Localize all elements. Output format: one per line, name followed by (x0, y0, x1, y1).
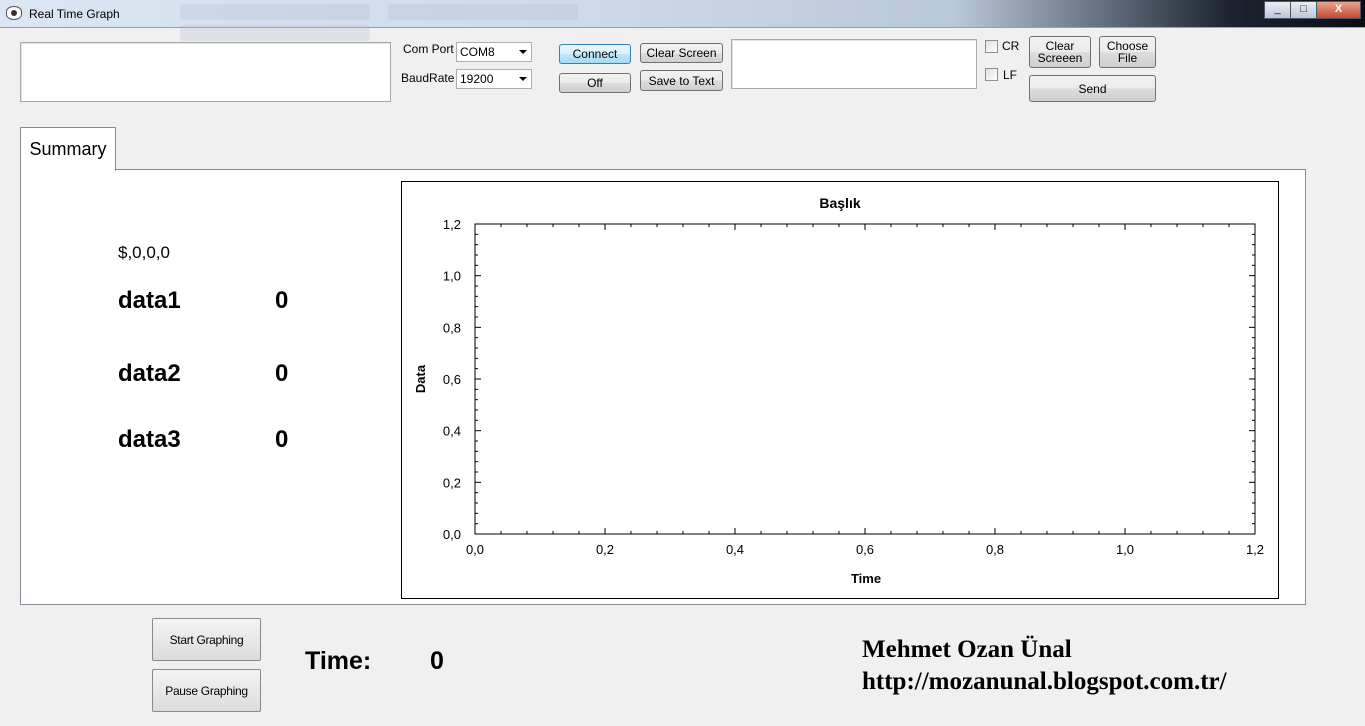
raw-data-text: $,0,0,0 (118, 243, 170, 262)
data1-value: 0 (275, 287, 289, 314)
com-port-label: Com Port (403, 42, 454, 56)
title-bar: Real Time Graph _ □ X (0, 0, 1365, 41)
baudrate-value: 19200 (460, 72, 494, 86)
dropdown-arrow-icon (519, 77, 527, 81)
y-tick-label: 1,0 (443, 269, 461, 284)
x-tick-label: 1,0 (1116, 542, 1134, 557)
y-tick-label: 0,8 (443, 320, 461, 335)
send-textbox[interactable] (731, 39, 977, 89)
y-tick-label: 0,0 (443, 527, 461, 542)
time-value: 0 (430, 647, 444, 675)
x-tick-label: 0,4 (726, 542, 744, 557)
baudrate-select[interactable]: 19200 (456, 69, 532, 89)
author-name: Mehmet Ozan Ünal (862, 636, 1072, 663)
window-title: Real Time Graph (29, 7, 120, 21)
close-button[interactable]: X (1316, 1, 1361, 19)
y-tick-label: 0,6 (443, 372, 461, 387)
x-tick-label: 0,6 (856, 542, 874, 557)
data2-label: data2 (118, 360, 181, 387)
plot-area (474, 223, 1256, 535)
y-axis-label: Data (413, 364, 428, 393)
lf-label: LF (1003, 68, 1018, 82)
com-port-select[interactable]: COM8 (456, 42, 532, 62)
dropdown-arrow-icon (519, 50, 527, 54)
data3-value: 0 (275, 426, 289, 453)
author-url: http://mozanunal.blogspot.com.tr/ (862, 668, 1227, 695)
data1-label: data1 (118, 287, 181, 314)
start-graphing-button[interactable]: Start Graphing (152, 618, 261, 661)
choose-file-button[interactable]: Choose File (1099, 36, 1156, 68)
data3-label: data3 (118, 426, 181, 453)
x-tick-label: 0,2 (596, 542, 614, 557)
x-tick-label: 1,2 (1246, 542, 1264, 557)
x-tick-label: 0,0 (466, 542, 484, 557)
y-tick-label: 0,2 (443, 475, 461, 490)
window-controls: _ □ X (1264, 1, 1361, 19)
data2-value: 0 (275, 360, 289, 387)
time-label: Time: (305, 647, 372, 675)
minimize-button[interactable]: _ (1264, 1, 1291, 19)
x-axis-label: Time (851, 571, 881, 586)
save-to-text-button[interactable]: Save to Text (640, 70, 723, 91)
maximize-button[interactable]: □ (1290, 1, 1317, 19)
tab-summary[interactable]: Summary (20, 127, 116, 171)
app-icon (6, 6, 22, 20)
y-tick-label: 1,2 (443, 217, 461, 232)
y-tick-label: 0,4 (443, 424, 461, 439)
graph-panel[interactable]: Başlık Time Data 0,0 0,2 0,4 0,6 0,8 1,0 1,2 0,… (401, 181, 1279, 599)
x-tick-label: 0,8 (986, 542, 1004, 557)
chart-title: Başlık (819, 195, 860, 211)
cr-label: CR (1002, 39, 1020, 53)
receive-textbox[interactable] (20, 42, 391, 102)
clear-screeen-button[interactable]: Clear Screeen (1029, 36, 1091, 68)
pause-graphing-button[interactable]: Pause Graphing (152, 669, 261, 712)
com-port-value: COM8 (460, 45, 495, 59)
clear-screen-button[interactable]: Clear Screen (640, 43, 723, 63)
send-button[interactable]: Send (1029, 75, 1156, 102)
off-button[interactable]: Off (559, 73, 631, 93)
cr-checkbox[interactable] (985, 40, 998, 53)
baudrate-label: BaudRate (401, 71, 455, 85)
graph-svg: Başlık Time Data 0,0 0,2 0,4 0,6 0,8 1,0 1,2 0,… (413, 195, 1264, 586)
background-taskbar-ghost (180, 4, 800, 41)
lf-checkbox[interactable] (985, 68, 998, 81)
connect-button[interactable]: Connect (559, 44, 631, 64)
